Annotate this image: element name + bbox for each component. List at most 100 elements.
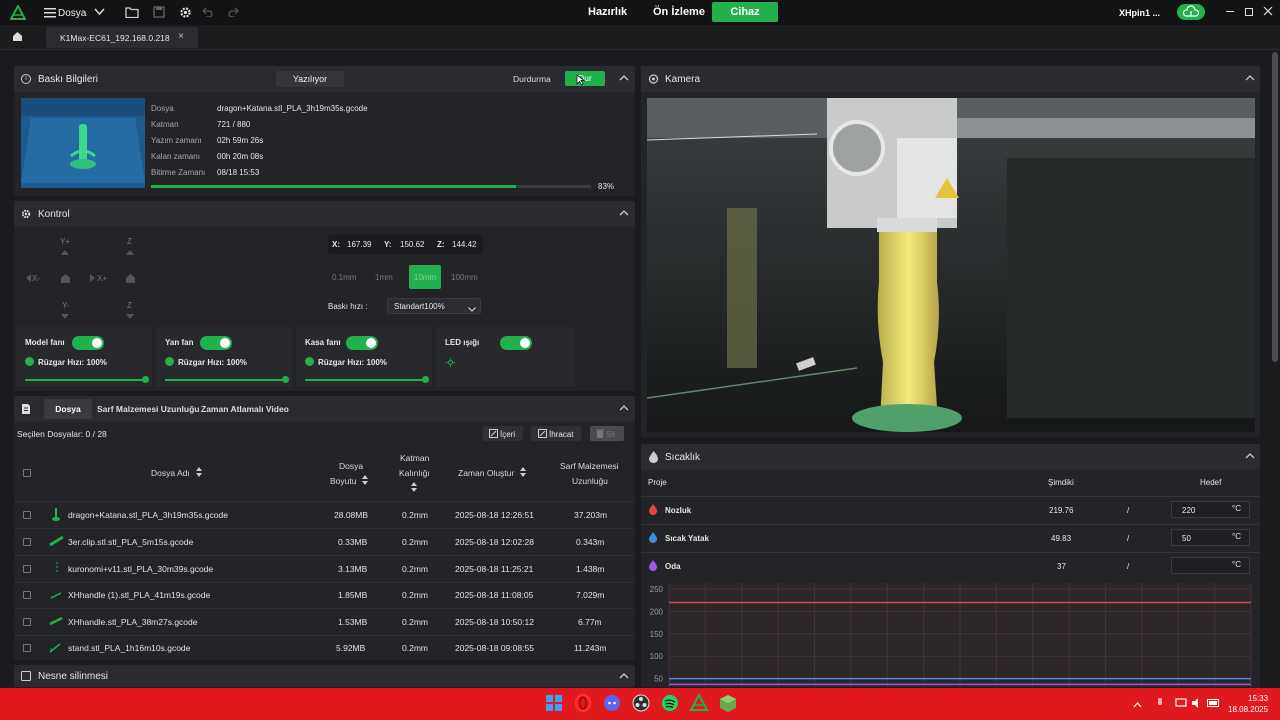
stop-button[interactable]: Dur xyxy=(565,71,605,86)
side-fan-slider-knob[interactable] xyxy=(282,376,289,383)
collapse-chevron-icon[interactable] xyxy=(619,208,629,218)
taskbar-date[interactable]: 18.08.2025 xyxy=(1228,705,1268,714)
chamber-fan-toggle[interactable] xyxy=(346,336,378,350)
close-icon[interactable] xyxy=(1263,6,1273,16)
jog-x-plus-button[interactable]: X+ xyxy=(97,274,107,283)
gear-icon[interactable] xyxy=(179,6,192,19)
device-tab[interactable]: K1Max-EC61_192.168.0.218 × xyxy=(46,27,198,48)
chamber-fan-slider[interactable] xyxy=(305,379,425,381)
sort-icon[interactable] xyxy=(411,482,417,492)
side-fan-slider[interactable] xyxy=(165,379,285,381)
export-button[interactable]: İhracat xyxy=(531,426,581,441)
sort-icon[interactable] xyxy=(362,475,368,485)
cloud-upload-button[interactable] xyxy=(1177,4,1205,20)
header-layer-line1[interactable]: Katman xyxy=(400,453,429,463)
redo-icon[interactable] xyxy=(228,7,240,18)
nozzle-target-input[interactable]: 220 °C xyxy=(1171,501,1250,518)
slicer-app-icon[interactable] xyxy=(689,692,709,713)
user-name[interactable]: XHpin1 ... xyxy=(1119,8,1160,18)
collapse-chevron-icon[interactable] xyxy=(1245,73,1255,83)
step-1mm-button[interactable]: 1mm xyxy=(375,273,393,282)
tab-filament-length[interactable]: Sarf Malzemesi Uzunluğu xyxy=(97,404,200,414)
chamber-fan-slider-knob[interactable] xyxy=(422,376,429,383)
obs-icon[interactable] xyxy=(631,693,651,713)
row-checkbox[interactable] xyxy=(23,644,31,652)
minimize-icon[interactable] xyxy=(1226,11,1234,12)
opera-icon[interactable] xyxy=(573,693,593,713)
header-filament-line1[interactable]: Sarf Malzemesi xyxy=(560,461,619,471)
nav-prepare-tab[interactable]: Hazırlık xyxy=(588,6,627,18)
jog-x-minus-button[interactable]: X- xyxy=(32,274,40,283)
windows-start-icon[interactable] xyxy=(544,693,564,713)
maximize-icon[interactable] xyxy=(1245,8,1253,16)
step-0-1mm-button[interactable]: 0.1mm xyxy=(332,273,356,282)
jog-z-up-button[interactable]: Z xyxy=(127,237,132,246)
home-xy-icon[interactable] xyxy=(61,274,70,283)
step-100mm-button[interactable]: 100mm xyxy=(451,273,478,282)
network-icon[interactable] xyxy=(1175,698,1187,708)
nav-preview-tab[interactable]: Ön İzleme xyxy=(653,6,705,18)
home-z-icon[interactable] xyxy=(126,274,135,283)
nav-device-tab[interactable]: Cihaz xyxy=(712,2,778,22)
home-icon[interactable] xyxy=(12,31,23,42)
remaining-label: Kalan zamanı xyxy=(151,152,200,161)
tab-close-icon[interactable]: × xyxy=(178,31,184,42)
side-fan-toggle[interactable] xyxy=(200,336,232,350)
file-menu-label[interactable]: Dosya xyxy=(58,8,86,19)
header-size-line1[interactable]: Dosya xyxy=(339,461,363,471)
step-10mm-button[interactable]: 10mm xyxy=(409,265,441,289)
bed-target-input[interactable]: 50 °C xyxy=(1171,529,1250,546)
model-fan-slider[interactable] xyxy=(25,379,145,381)
temp-header-item: Proje xyxy=(648,478,667,487)
taskbar-time[interactable]: 15:33 xyxy=(1248,694,1268,703)
header-filament-line2[interactable]: Uzunluğu xyxy=(572,476,608,486)
led-toggle[interactable] xyxy=(500,336,532,350)
header-file-name[interactable]: Dosya Adı xyxy=(151,468,190,478)
jog-y-minus-button[interactable]: Y- xyxy=(62,301,69,310)
sort-icon[interactable] xyxy=(520,467,526,477)
tab-timelapse[interactable]: Zaman Atlamalı Video xyxy=(201,404,289,414)
fan-icon xyxy=(25,357,34,366)
microphone-icon[interactable] xyxy=(1156,697,1164,709)
row-checkbox[interactable] xyxy=(23,511,31,519)
collapse-chevron-icon[interactable] xyxy=(619,671,629,681)
row-checkbox[interactable] xyxy=(23,618,31,626)
save-icon[interactable] xyxy=(153,6,165,18)
pause-button[interactable]: Durdurma xyxy=(513,74,551,84)
row-checkbox[interactable] xyxy=(23,538,31,546)
discord-icon[interactable] xyxy=(602,693,622,713)
file-name-cell: 3er.clip.stl.stl_PLA_5m15s.gcode xyxy=(68,537,194,547)
collapse-chevron-icon[interactable] xyxy=(1245,451,1255,461)
speed-select[interactable]: Standart100% xyxy=(387,298,481,314)
header-created-time[interactable]: Zaman Oluştur xyxy=(458,468,514,478)
import-button[interactable]: İçeri xyxy=(483,426,523,441)
jog-z-down-button[interactable]: Z xyxy=(127,301,132,310)
undo-icon[interactable] xyxy=(201,7,213,18)
hamburger-icon[interactable] xyxy=(44,7,56,18)
row-checkbox[interactable] xyxy=(23,591,31,599)
arrow-down-icon xyxy=(61,311,69,319)
sort-icon[interactable] xyxy=(196,467,202,477)
collapse-chevron-icon[interactable] xyxy=(619,73,629,83)
select-all-checkbox[interactable] xyxy=(23,469,31,477)
delete-button[interactable]: Sil xyxy=(590,426,624,441)
collapse-chevron-icon[interactable] xyxy=(619,403,629,413)
battery-icon[interactable] xyxy=(1207,699,1221,707)
filament-length-cell: 7.029m xyxy=(576,590,605,600)
model-fan-toggle[interactable] xyxy=(72,336,104,350)
header-layer-line2[interactable]: Kalınlığı xyxy=(399,468,430,478)
page-scrollbar[interactable] xyxy=(1272,52,1278,362)
folder-icon[interactable] xyxy=(125,6,139,19)
print-time-value: 02h 59m 26s xyxy=(217,136,264,145)
spotify-icon[interactable] xyxy=(660,693,680,713)
minecraft-icon[interactable] xyxy=(718,693,738,713)
tab-files[interactable]: Dosya xyxy=(44,399,92,419)
model-fan-slider-knob[interactable] xyxy=(142,376,149,383)
header-size-line2[interactable]: Boyutu xyxy=(330,476,356,486)
tray-chevron-icon[interactable] xyxy=(1133,700,1142,708)
jog-y-plus-button[interactable]: Y+ xyxy=(60,237,70,246)
volume-icon[interactable] xyxy=(1191,698,1203,708)
chevron-down-icon[interactable] xyxy=(94,8,105,16)
row-checkbox[interactable] xyxy=(23,565,31,573)
chamber-target-input[interactable]: °C xyxy=(1171,557,1250,574)
